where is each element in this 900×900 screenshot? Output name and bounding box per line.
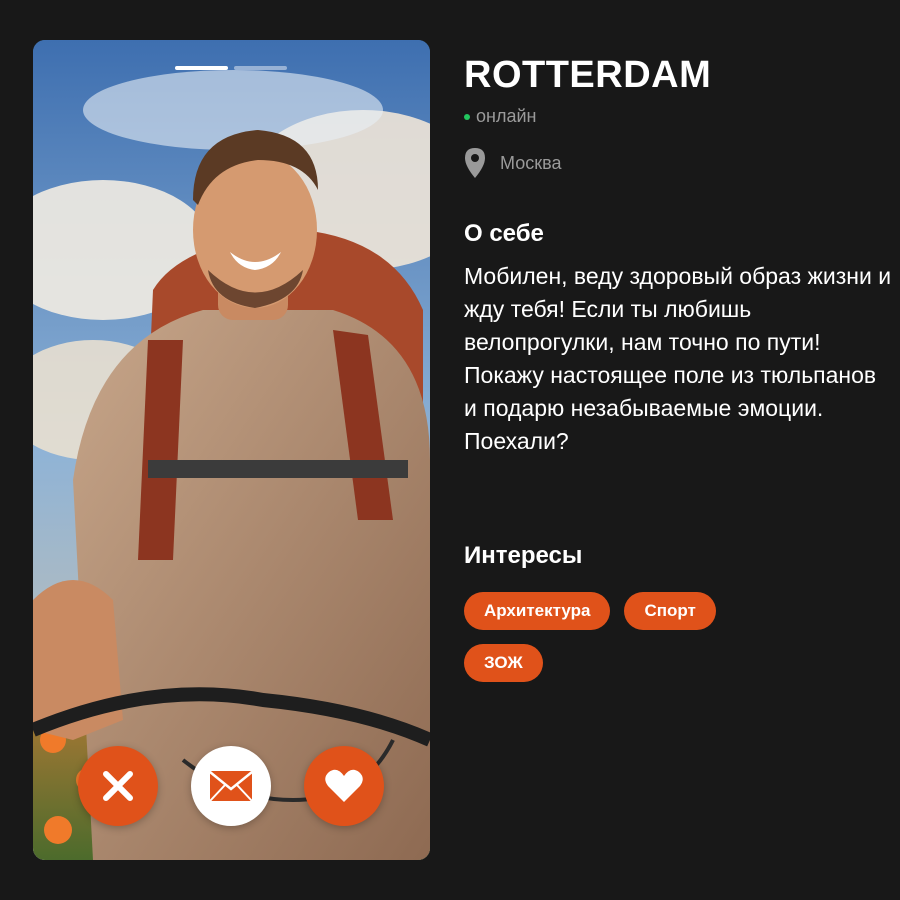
about-heading: О себе — [464, 220, 544, 247]
interest-tags: Архитектура Спорт ЗОЖ — [464, 592, 774, 682]
status-label: онлайн — [476, 106, 537, 126]
interest-tag[interactable]: Спорт — [624, 592, 716, 630]
photo-progress-indicator — [175, 66, 287, 70]
interests-heading: Интересы — [464, 542, 583, 569]
like-button[interactable] — [304, 746, 384, 826]
profile-username: ROTTERDAM — [464, 54, 712, 96]
progress-segment[interactable] — [175, 66, 228, 70]
about-text: Мобилен, веду здоровый образ жизни и жду… — [464, 263, 892, 454]
profile-photo-card[interactable] — [33, 40, 430, 860]
location: Москва — [464, 147, 894, 179]
profile-info: ROTTERDAM онлайн Москва О себе Мобилен, … — [464, 52, 894, 682]
progress-segment[interactable] — [234, 66, 287, 70]
heart-icon — [325, 769, 363, 802]
close-icon — [103, 771, 133, 801]
online-status: онлайн — [464, 106, 894, 127]
interest-tag[interactable]: ЗОЖ — [464, 644, 543, 682]
location-label: Москва — [500, 152, 562, 173]
interest-tag[interactable]: Архитектура — [464, 592, 611, 630]
profile-photo — [33, 40, 430, 860]
envelope-icon — [209, 771, 253, 802]
dislike-button[interactable] — [78, 746, 158, 826]
location-pin-icon — [465, 148, 485, 178]
online-dot-icon — [464, 113, 470, 120]
message-button[interactable] — [191, 746, 271, 826]
